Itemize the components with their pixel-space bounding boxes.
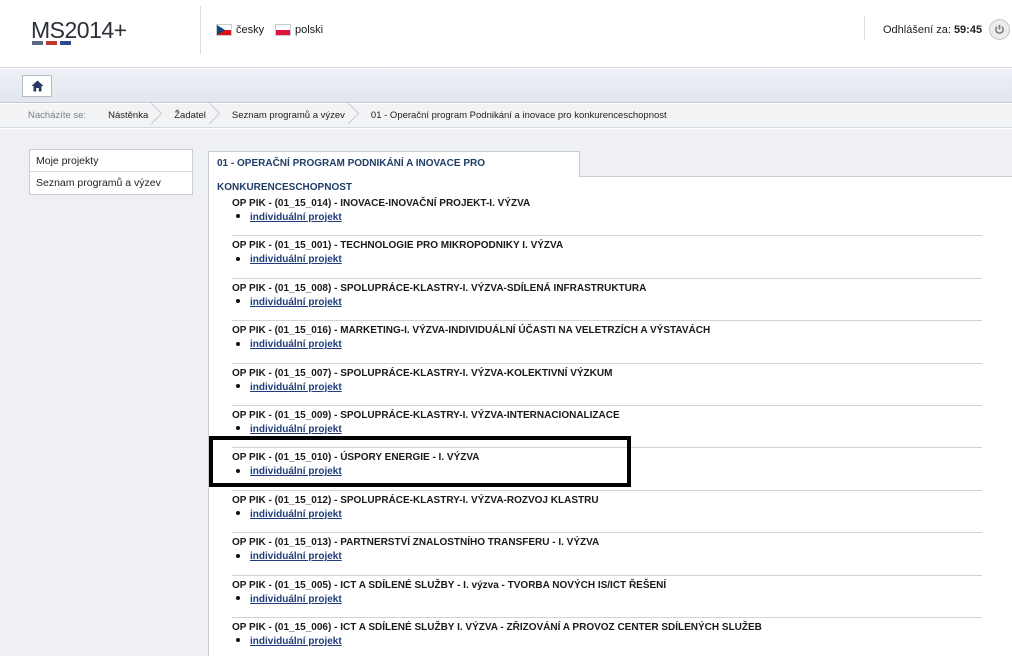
call-separator xyxy=(232,235,982,237)
breadcrumb-item-programs[interactable]: Seznam programů a výzev xyxy=(222,104,361,128)
call-title: OP PIK - (01_15_005) - ICT A SDÍLENÉ SLU… xyxy=(232,579,667,591)
call-link-label[interactable]: individuální projekt xyxy=(250,551,342,562)
call-separator xyxy=(232,362,982,364)
call-link-label[interactable]: individuální projekt xyxy=(250,339,342,350)
bullet-icon xyxy=(236,553,240,558)
sidebar-item-programs[interactable]: Seznam programů a výzev xyxy=(30,172,192,194)
call-item: OP PIK - (01_15_008) - SPOLUPRÁCE-KLASTR… xyxy=(232,282,982,310)
call-link-individual-project[interactable]: individuální projekt xyxy=(232,635,982,649)
call-item: OP PIK - (01_15_012) - SPOLUPRÁCE-KLASTR… xyxy=(232,494,982,522)
bullet-icon xyxy=(236,511,240,516)
bullet-icon xyxy=(236,214,240,219)
logout-timer: Odhlášení za: 59:45 xyxy=(883,24,982,36)
czech-flag-icon xyxy=(216,24,232,36)
call-link-label[interactable]: individuální projekt xyxy=(250,594,342,605)
call-link-individual-project[interactable]: individuální projekt xyxy=(232,423,982,437)
bullet-icon xyxy=(236,595,240,600)
tab-program[interactable]: 01 - OPERAČNÍ PROGRAM PODNIKÁNÍ A INOVAC… xyxy=(208,151,580,193)
call-link-label[interactable]: individuální projekt xyxy=(250,509,342,520)
call-item: OP PIK - (01_15_005) - ICT A SDÍLENÉ SLU… xyxy=(232,579,982,607)
call-item: OP PIK - (01_15_014) - INOVACE-INOVAČNÍ … xyxy=(232,197,982,225)
call-title: OP PIK - (01_15_006) - ICT A SDÍLENÉ SLU… xyxy=(232,622,762,633)
call-item: OP PIK - (01_15_013) - PARTNERSTVÍ ZNALO… xyxy=(232,536,982,564)
call-item: OP PIK - (01_15_007) - SPOLUPRÁCE-KLASTR… xyxy=(232,367,982,395)
language-czech[interactable]: česky xyxy=(216,24,264,36)
logout-time: 59:45 xyxy=(953,24,983,36)
call-separator xyxy=(232,574,982,576)
home-button[interactable] xyxy=(22,75,52,97)
bullet-icon xyxy=(236,638,240,643)
call-item: OP PIK - (01_15_006) - ICT A SDÍLENÉ SLU… xyxy=(232,621,982,649)
call-link-label[interactable]: individuální projekt xyxy=(250,382,342,393)
call-link-label[interactable]: individuální projekt xyxy=(250,636,342,647)
call-separator xyxy=(232,405,982,406)
call-title: OP PIK - (01_15_008) - SPOLUPRÁCE-KLASTR… xyxy=(232,282,647,294)
toolbar xyxy=(0,69,1012,103)
language-polish[interactable]: polski xyxy=(275,24,323,36)
call-title: OP PIK - (01_15_009) - SPOLUPRÁCE-KLASTR… xyxy=(232,410,620,421)
logout-label: Odhlášení za: xyxy=(883,24,951,36)
bullet-icon xyxy=(236,256,240,261)
call-title: OP PIK - (01_15_001) - TECHNOLOGIE PRO M… xyxy=(232,240,564,252)
breadcrumb-label: Nacházíte se: xyxy=(28,110,87,121)
call-item: OP PIK - (01_15_001) - TECHNOLOGIE PRO M… xyxy=(232,239,982,267)
sidebar: Moje projekty Seznam programů a výzev xyxy=(29,149,193,195)
call-link-individual-project[interactable]: individuální projekt xyxy=(232,211,982,225)
breadcrumb-item-current: 01 - Operační program Podnikání a inovac… xyxy=(370,109,667,121)
call-separator xyxy=(232,617,982,618)
call-link-label[interactable]: individuální projekt xyxy=(250,254,342,265)
power-icon[interactable] xyxy=(989,19,1010,40)
calls-panel: OP PIK - (01_15_014) - INOVACE-INOVAČNÍ … xyxy=(208,176,1012,656)
ms2014-logo[interactable]: MS2014+ xyxy=(31,17,127,44)
call-link-label[interactable]: individuální projekt xyxy=(250,297,342,308)
breadcrumb-item-applicant[interactable]: Žadatel xyxy=(164,104,222,128)
language-label: česky xyxy=(236,24,265,36)
call-separator xyxy=(232,277,982,279)
call-link-individual-project[interactable]: individuální projekt xyxy=(232,253,982,267)
call-item: OP PIK - (01_15_016) - MARKETING-I. VÝZV… xyxy=(232,324,982,352)
call-link-individual-project[interactable]: individuální projekt xyxy=(232,593,982,607)
breadcrumb: Nacházíte se: Nástěnka Žadatel Seznam pr… xyxy=(0,104,1012,128)
call-separator xyxy=(232,489,982,491)
logo-stripes xyxy=(32,41,72,45)
bullet-icon xyxy=(236,341,240,346)
call-separator xyxy=(232,532,982,534)
bullet-icon xyxy=(236,299,240,304)
call-link-individual-project[interactable]: individuální projekt xyxy=(232,381,982,395)
call-link-individual-project[interactable]: individuální projekt xyxy=(232,508,982,522)
highlight-box xyxy=(209,436,631,487)
call-link-label[interactable]: individuální projekt xyxy=(250,424,342,435)
breadcrumb-item-dashboard[interactable]: Nástěnka xyxy=(98,104,164,128)
call-title: OP PIK - (01_15_012) - SPOLUPRÁCE-KLASTR… xyxy=(232,494,599,506)
call-link-label[interactable]: individuální projekt xyxy=(250,212,342,223)
language-label: polski xyxy=(295,24,324,36)
app-header: MS2014+ česky polski Odhlášení za: 59:45 xyxy=(0,0,1012,68)
call-title: OP PIK - (01_15_013) - PARTNERSTVÍ ZNALO… xyxy=(232,537,600,549)
call-title: OP PIK - (01_15_016) - MARKETING-I. VÝZV… xyxy=(232,325,711,337)
sidebar-item-my-projects[interactable]: Moje projekty xyxy=(30,150,192,172)
bullet-icon xyxy=(236,383,240,388)
polish-flag-icon xyxy=(275,24,291,36)
call-separator xyxy=(232,320,982,322)
home-icon xyxy=(31,80,43,92)
call-link-individual-project[interactable]: individuální projekt xyxy=(232,550,982,564)
call-link-individual-project[interactable]: individuální projekt xyxy=(232,338,982,352)
call-title: OP PIK - (01_15_007) - SPOLUPRÁCE-KLASTR… xyxy=(232,367,613,379)
call-link-individual-project[interactable]: individuální projekt xyxy=(232,296,982,310)
call-item: OP PIK - (01_15_009) - SPOLUPRÁCE-KLASTR… xyxy=(232,409,982,437)
bullet-icon xyxy=(236,426,240,431)
